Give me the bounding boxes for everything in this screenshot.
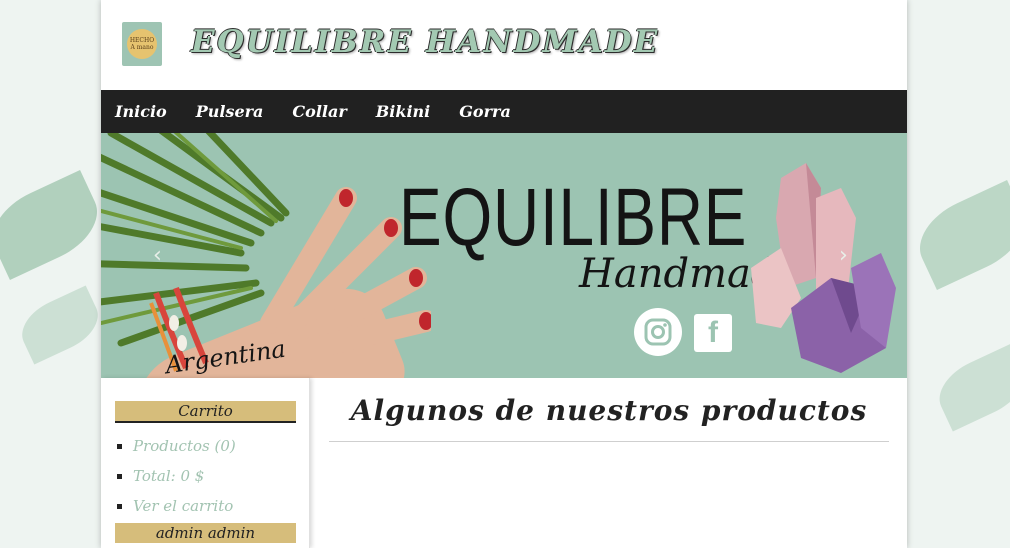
cart-heading: Carrito xyxy=(115,401,296,423)
section-heading: Algunos de nuestros productos xyxy=(350,394,868,427)
leaf-decoration xyxy=(0,170,101,280)
background-left xyxy=(0,0,101,548)
view-cart-link[interactable]: Ver el carrito xyxy=(117,491,309,521)
main-nav: Inicio Pulsera Collar Bikini Gorra xyxy=(101,90,907,133)
main-content: Algunos de nuestros productos xyxy=(311,378,907,548)
nav-item-bikini[interactable]: Bikini xyxy=(376,102,430,121)
nav-item-pulsera[interactable]: Pulsera xyxy=(196,102,264,121)
logo-badge: HECHO A mano xyxy=(127,29,157,59)
background-right xyxy=(907,0,1010,548)
cart-products-link[interactable]: Productos (0) xyxy=(117,431,309,461)
nav-item-gorra[interactable]: Gorra xyxy=(459,102,511,121)
section-divider xyxy=(329,441,889,442)
site-title[interactable]: EQUILIBRE HANDMADE xyxy=(191,24,659,60)
user-heading: admin admin xyxy=(115,523,296,543)
leaf-decoration xyxy=(929,343,1010,432)
sidebar: Carrito Productos (0) Total: 0 $ Ver el … xyxy=(101,378,310,548)
nav-item-inicio[interactable]: Inicio xyxy=(115,102,167,121)
cart-list: Productos (0) Total: 0 $ Ver el carrito xyxy=(101,431,309,521)
page-container: HECHO A mano EQUILIBRE HANDMADE Inicio P… xyxy=(101,0,907,548)
nav-item-collar[interactable]: Collar xyxy=(292,102,346,121)
carousel-next-arrow[interactable]: › xyxy=(839,243,848,268)
instagram-icon[interactable] xyxy=(634,308,682,356)
site-logo[interactable]: HECHO A mano xyxy=(122,22,162,66)
site-header: HECHO A mano EQUILIBRE HANDMADE xyxy=(101,0,907,90)
leaf-decoration xyxy=(907,180,1010,290)
hero-banner: EQUILIBRE Handmade Argentina f ‹ › xyxy=(101,133,907,378)
leaf-decoration xyxy=(13,285,101,365)
cart-total-link[interactable]: Total: 0 $ xyxy=(117,461,309,491)
carousel-prev-arrow[interactable]: ‹ xyxy=(153,243,162,268)
crystals-image xyxy=(751,163,896,373)
